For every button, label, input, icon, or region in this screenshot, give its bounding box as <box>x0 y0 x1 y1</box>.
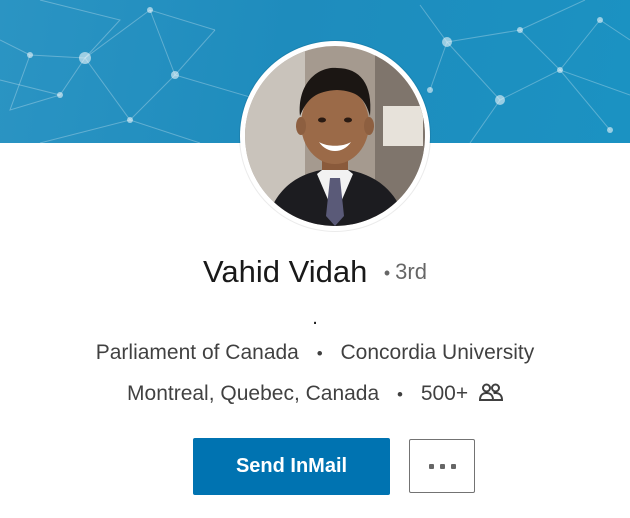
current-organization[interactable]: Parliament of Canada <box>96 341 299 364</box>
profile-photo[interactable] <box>245 46 425 226</box>
degree-bullet: • <box>383 263 391 283</box>
name-row: Vahid Vidah • 3rd <box>0 254 630 290</box>
profile-location: Montreal, Quebec, Canada <box>127 382 380 405</box>
connection-degree: • 3rd <box>384 259 427 284</box>
experience-education-line: Parliament of Canada • Concordia Univers… <box>0 341 630 365</box>
profile-headline: . <box>312 307 318 329</box>
people-icon <box>478 383 503 401</box>
connections-count[interactable]: 500+ <box>421 382 468 405</box>
education-school[interactable]: Concordia University <box>341 341 535 364</box>
location-connections-line: Montreal, Quebec, Canada • 500+ <box>0 382 630 406</box>
more-actions-button[interactable] <box>409 439 475 493</box>
profile-name: Vahid Vidah <box>203 254 368 289</box>
separator-dot: • <box>316 344 323 363</box>
separator-dot: • <box>397 385 403 404</box>
send-inmail-button[interactable]: Send InMail <box>193 438 390 495</box>
profile-photo-image <box>245 46 425 226</box>
degree-label: 3rd <box>395 259 427 284</box>
